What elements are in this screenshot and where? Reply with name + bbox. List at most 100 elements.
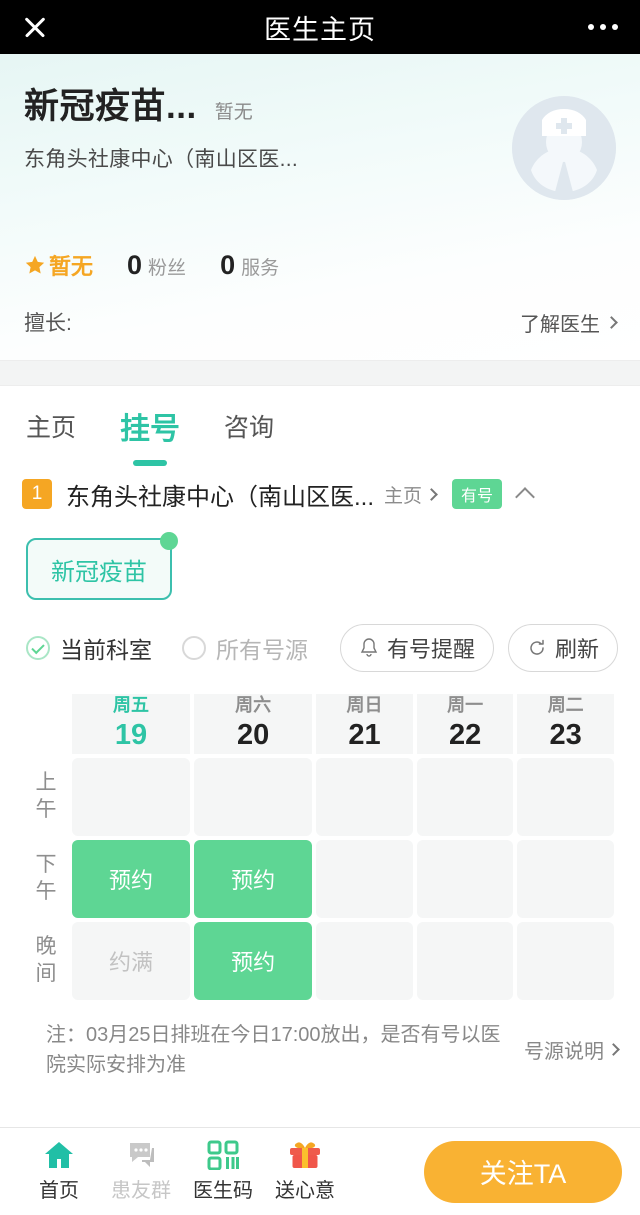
tab-bar: 主页 挂号 咨询 xyxy=(0,386,640,466)
specialty-row: 擅长: 了解医生 xyxy=(24,307,618,337)
hospital-row[interactable]: 1 东角头社康中心（南山区医... 主页 有号 xyxy=(0,460,640,516)
doctor-stats: 暂无 0 粉丝 0 服务 xyxy=(24,249,618,281)
schedule-grid: 周五 19 周六 20 周日 21 周一 22 周二 23 上 午 下 午 预约… xyxy=(0,690,640,1004)
nav-item-patient-group[interactable]: 患友群 xyxy=(100,1140,182,1203)
slot-reminder-button[interactable]: 有号提醒 xyxy=(339,624,494,672)
slot-morning-day4 xyxy=(517,757,614,836)
tab-active-underline xyxy=(133,460,168,466)
tab-consult[interactable]: 咨询 xyxy=(224,408,274,460)
refresh-label: 刷新 xyxy=(554,637,599,662)
stat-fans-count: 0 xyxy=(127,249,143,280)
radio-current-department[interactable]: 当前科室 xyxy=(26,631,152,665)
day-2-num: 21 xyxy=(348,719,381,752)
filter-buttons: 有号提醒 刷新 xyxy=(339,624,618,672)
period-label-morning: 上 午 xyxy=(24,758,68,836)
chevron-right-icon xyxy=(607,1043,620,1057)
slot-afternoon-day1[interactable]: 预约 xyxy=(194,839,313,918)
schedule-note-row: 注：03月25日排班在今日17:00放出，是否有号以医院实际安排为准 号源说明 xyxy=(0,1004,640,1080)
radio-current-department-label: 当前科室 xyxy=(60,637,152,663)
nav-item-home[interactable]: 首页 xyxy=(18,1140,100,1203)
slot-evening-day0: 约满 xyxy=(72,921,191,1000)
nav-item-home-label: 首页 xyxy=(39,1180,79,1202)
hospital-index-badge: 1 xyxy=(22,479,52,509)
slot-afternoon-day3 xyxy=(416,839,514,918)
tab-register[interactable]: 挂号 xyxy=(120,404,180,466)
day-column-4[interactable]: 周二 23 xyxy=(517,694,614,754)
slot-reminder-label: 有号提醒 xyxy=(386,637,475,662)
day-1-num: 20 xyxy=(237,719,270,752)
day-column-1[interactable]: 周六 20 xyxy=(194,694,313,754)
nav-item-send-gift[interactable]: 送心意 xyxy=(264,1140,346,1203)
period-morning-l2: 午 xyxy=(35,797,57,821)
period-evening-l1: 晚 xyxy=(35,935,57,959)
stat-fans[interactable]: 0 粉丝 xyxy=(127,250,186,281)
nav-item-doctor-qr[interactable]: 医生码 xyxy=(182,1140,264,1203)
day-3-num: 22 xyxy=(448,719,482,752)
nav-item-send-gift-label: 送心意 xyxy=(275,1180,335,1202)
slot-morning-day0 xyxy=(72,757,191,836)
slot-explanation-label: 号源说明 xyxy=(524,1041,604,1064)
home-icon xyxy=(45,1142,73,1168)
stat-fans-label: 粉丝 xyxy=(148,257,187,279)
day-0-num: 19 xyxy=(114,719,148,752)
hospital-home-link[interactable]: 主页 xyxy=(384,481,438,508)
day-column-2[interactable]: 周日 21 xyxy=(316,694,413,754)
title-bar: 医生主页 xyxy=(0,0,640,54)
rating: 暂无 xyxy=(24,249,93,281)
day-1-dow: 周六 xyxy=(235,695,272,715)
more-options-icon[interactable] xyxy=(588,24,618,30)
radio-all-sources[interactable]: 所有号源 xyxy=(182,631,308,665)
period-afternoon-l1: 下 xyxy=(35,853,57,877)
department-chip-row: 新冠疫苗 xyxy=(0,516,640,600)
schedule-row-evening: 晚 间 约满 预约 xyxy=(24,921,614,1000)
avatar[interactable] xyxy=(512,96,616,200)
stat-services-count: 0 xyxy=(220,249,236,280)
schedule-note-text: 注：03月25日排班在今日17:00放出，是否有号以医院实际安排为准 xyxy=(46,1023,501,1076)
schedule-row-afternoon: 下 午 预约 预约 xyxy=(24,839,614,918)
slot-evening-day1[interactable]: 预约 xyxy=(194,921,313,1000)
day-column-3[interactable]: 周一 22 xyxy=(416,694,514,754)
qr-code-icon xyxy=(207,1140,239,1170)
follow-button[interactable]: 关注TA xyxy=(424,1140,622,1203)
refresh-button[interactable]: 刷新 xyxy=(507,624,618,672)
tab-home[interactable]: 主页 xyxy=(26,408,76,460)
nav-item-patient-group-label: 患友群 xyxy=(111,1180,171,1202)
radio-unchecked-icon xyxy=(182,636,206,660)
day-4-dow: 周二 xyxy=(547,695,584,715)
period-label-evening: 晚 间 xyxy=(24,922,68,1000)
refresh-icon xyxy=(530,639,544,655)
slot-evening-day2 xyxy=(316,921,413,1000)
day-column-0[interactable]: 周五 19 xyxy=(72,694,191,754)
learn-more-doctor-link[interactable]: 了解医生 xyxy=(520,308,618,337)
schedule-corner xyxy=(24,694,68,754)
schedule-row-morning: 上 午 xyxy=(24,757,614,836)
star-icon xyxy=(25,255,45,274)
stat-services[interactable]: 0 服务 xyxy=(220,250,279,281)
department-chip-label: 新冠疫苗 xyxy=(51,558,147,586)
specialty-label: 擅长: xyxy=(24,312,72,335)
close-icon[interactable] xyxy=(22,14,48,40)
rating-value: 暂无 xyxy=(49,254,94,279)
radio-checked-icon xyxy=(26,636,50,660)
bell-icon xyxy=(360,638,378,657)
nav-item-doctor-qr-label: 医生码 xyxy=(193,1180,253,1202)
slot-explanation-link[interactable]: 号源说明 xyxy=(524,1035,620,1064)
slot-morning-day1 xyxy=(194,757,313,836)
chevron-up-icon[interactable] xyxy=(515,486,535,507)
status-badge: 有号 xyxy=(452,479,503,509)
period-morning-l1: 上 xyxy=(35,771,57,795)
period-evening-l2: 间 xyxy=(35,961,57,985)
slot-morning-day3 xyxy=(416,757,514,836)
chevron-right-icon xyxy=(605,315,618,329)
doctor-avatar-placeholder xyxy=(512,96,616,200)
radio-all-sources-label: 所有号源 xyxy=(216,637,308,663)
bottom-nav-bar: 首页 患友群 医生码 送心意 关注TA xyxy=(0,1127,640,1215)
tab-consult-label: 咨询 xyxy=(224,414,275,442)
slot-afternoon-day0[interactable]: 预约 xyxy=(72,839,191,918)
period-label-afternoon: 下 午 xyxy=(24,840,68,918)
hospital-name: 东角头社康中心（南山区医... xyxy=(66,483,375,511)
department-chip-covid-vaccine[interactable]: 新冠疫苗 xyxy=(26,532,178,600)
slot-evening-day3 xyxy=(416,921,514,1000)
learn-more-label: 了解医生 xyxy=(520,313,600,336)
stat-services-label: 服务 xyxy=(241,257,280,279)
